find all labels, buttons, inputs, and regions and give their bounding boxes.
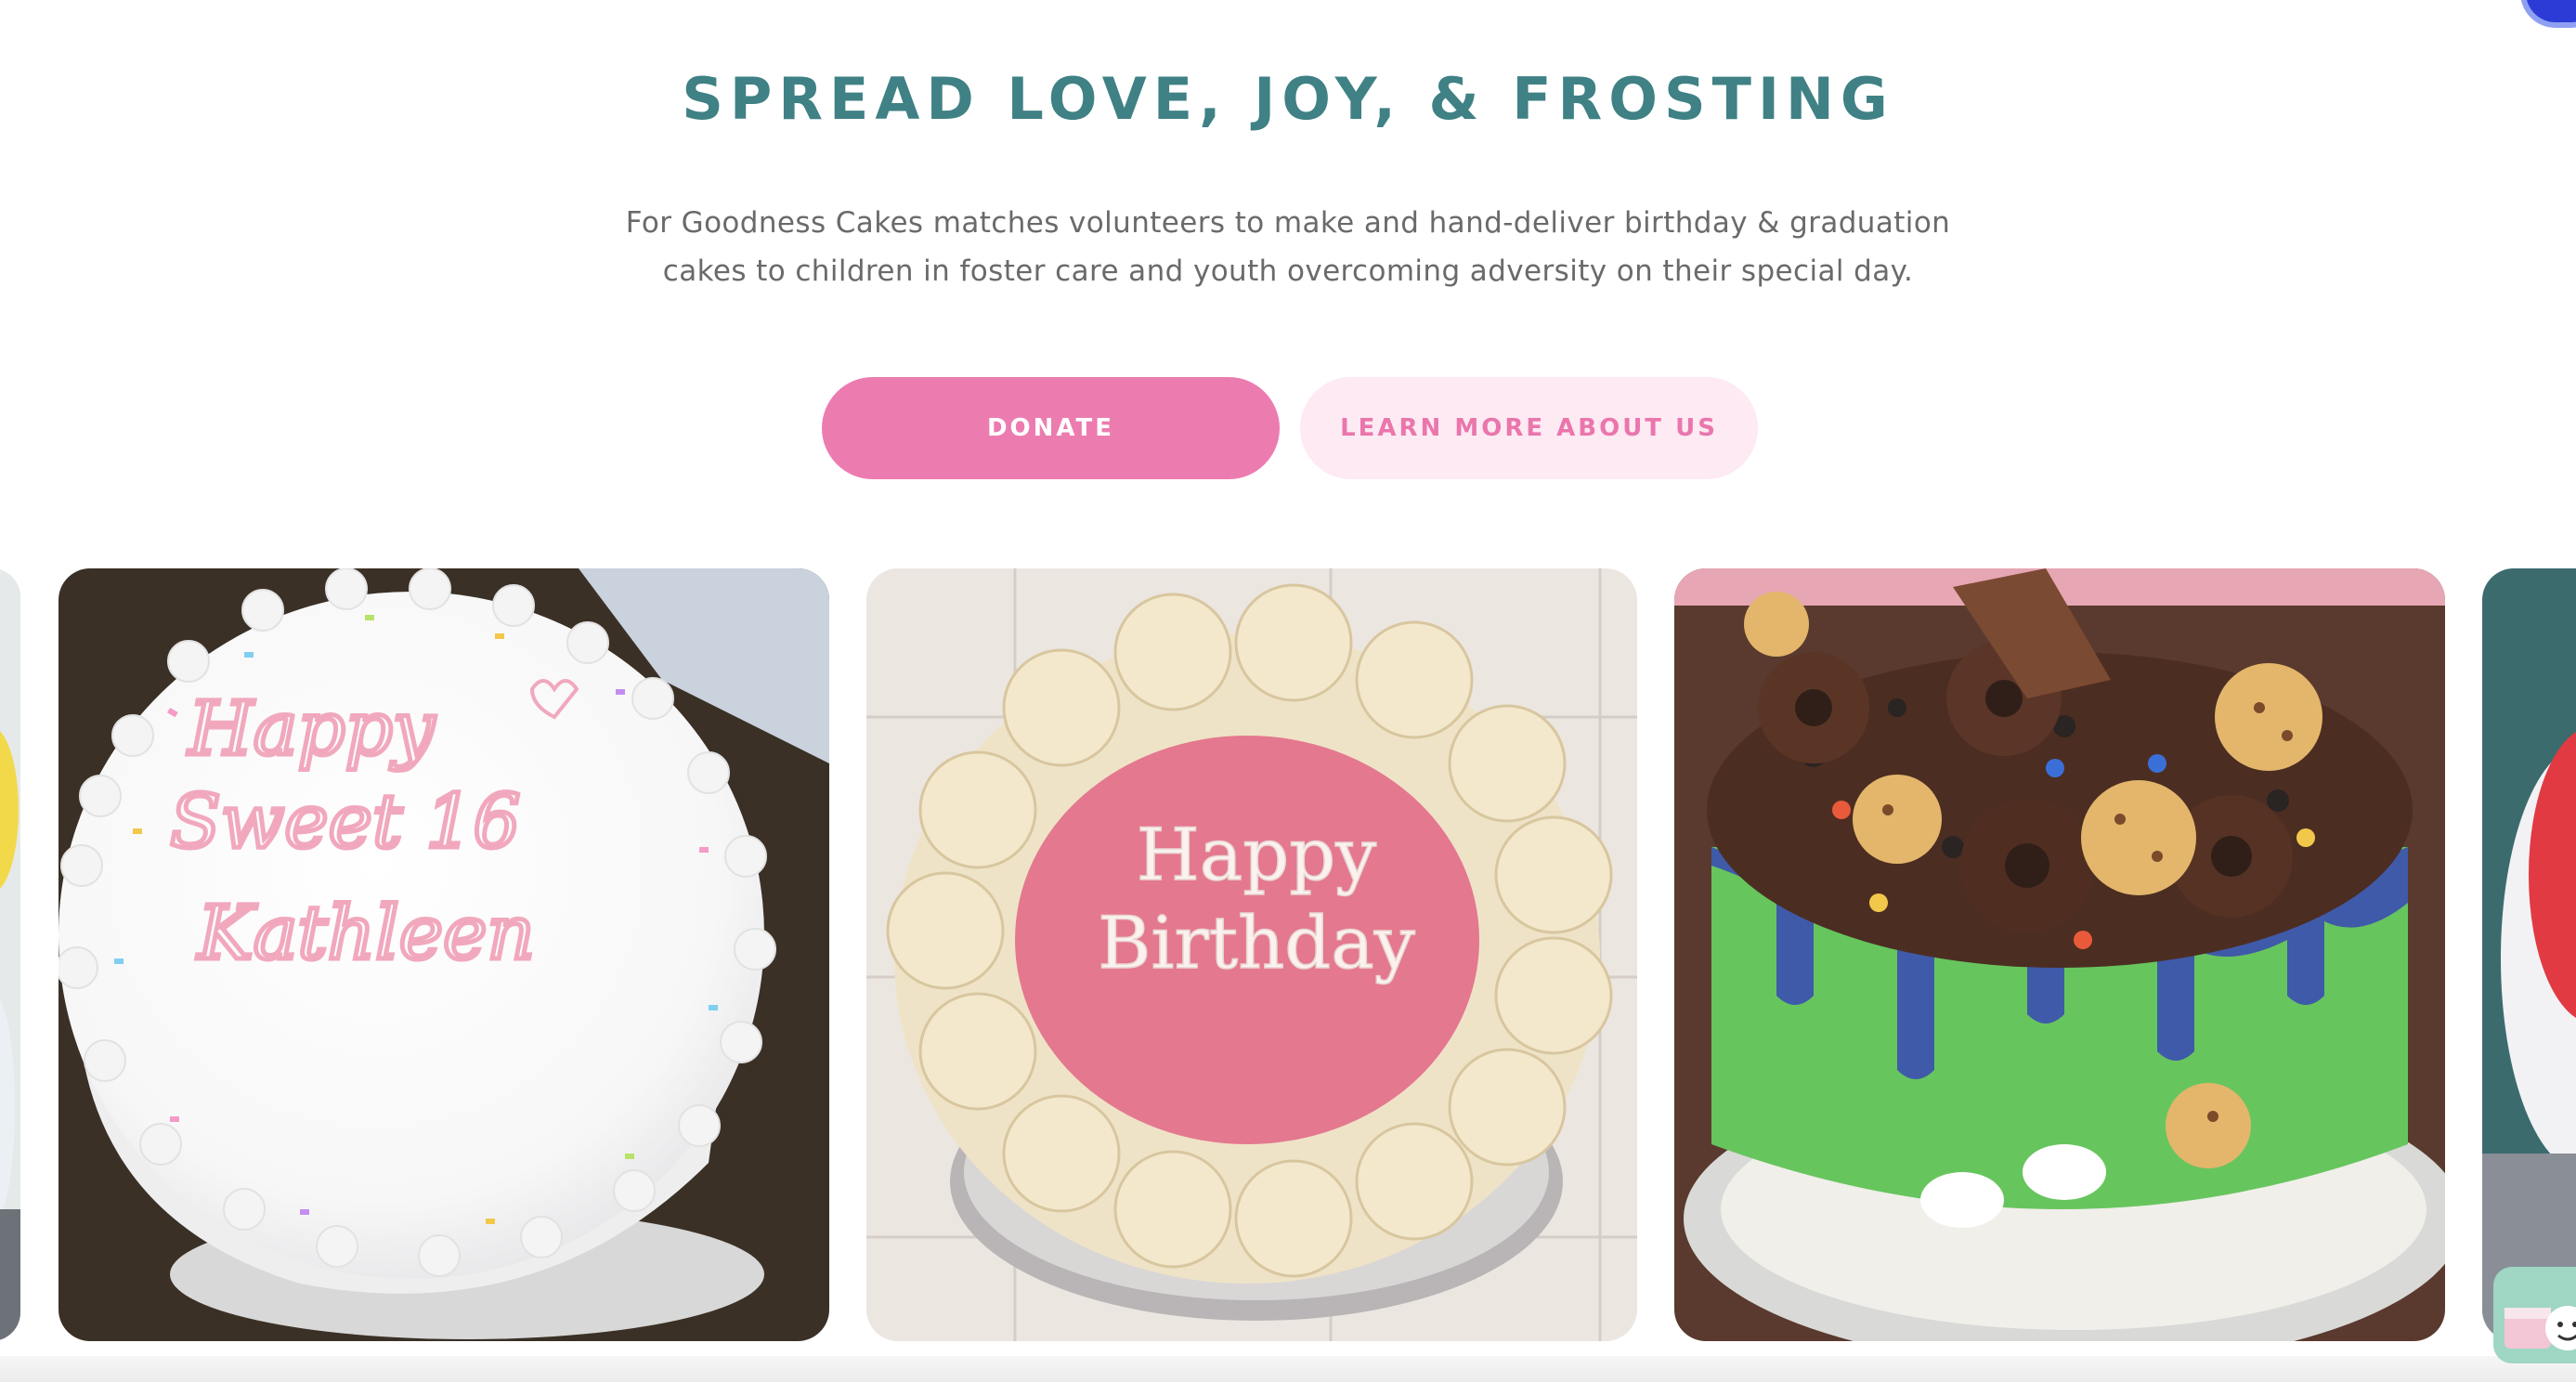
cake-photo-sweet-16[interactable]: Happy Sweet 16 Kathleen [59,568,829,1341]
cake-inscription-happy: Happy [1137,814,1376,897]
cake-mascot-icon [2504,1306,2576,1350]
accessibility-widget-icon[interactable] [2526,0,2576,22]
happy-birthday-cake-photo: Happy Birthday [866,568,1637,1341]
donate-button[interactable]: DONATE [822,377,1280,479]
learn-more-button[interactable]: LEARN MORE ABOUT US [1300,377,1758,479]
cake-photo-partial-left[interactable] [0,568,20,1341]
cake-inscription-sweet-16: Sweet 16 [170,778,520,865]
hero-title: SPREAD LOVE, JOY, & FROSTING [682,65,1894,133]
partial-cake-right-image [2482,568,2576,1341]
cake-photo-donut-cookie[interactable] [1674,568,2445,1341]
cake-inscription-happy: Happy [187,685,436,772]
donut-cookie-drip-cake-photo [1674,568,2445,1341]
page: SPREAD LOVE, JOY, & FROSTING For Goodnes… [0,0,2576,1382]
section-bottom-divider [0,1356,2576,1382]
cake-gallery-carousel: Happy Sweet 16 Kathleen Happy Birthday [0,568,2576,1341]
cake-photo-happy-birthday[interactable]: Happy Birthday [866,568,1637,1341]
cake-inscription-birthday: Birthday [1098,902,1415,985]
partial-cake-left-image [0,568,20,1341]
cake-photo-partial-right[interactable] [2482,568,2576,1341]
cake-inscription-name: Kathleen [196,890,535,976]
hero-description: For Goodness Cakes matches volunteers to… [625,206,1951,288]
sweet-16-cake-photo: Happy Sweet 16 Kathleen [59,568,829,1341]
chat-widget-icon[interactable] [2493,1267,2576,1363]
